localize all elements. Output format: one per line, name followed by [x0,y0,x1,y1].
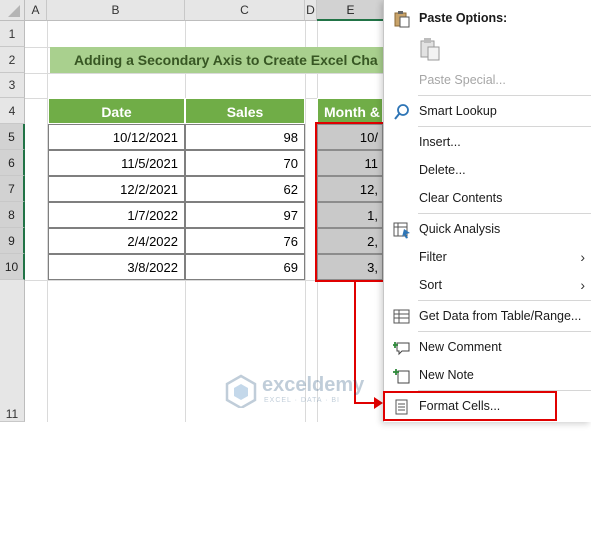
quick-analysis-label: Quick Analysis [419,222,501,236]
header-month-partial: Month & [317,98,383,124]
cell-date[interactable]: 12/2/2021 [48,176,185,202]
clear-contents-label: Clear Contents [419,191,503,205]
chevron-right-icon: › [580,249,585,265]
cell-date[interactable]: 2/4/2022 [48,228,185,254]
chevron-right-icon: › [580,277,585,293]
menu-separator [418,126,591,127]
row-header-4[interactable]: 4 [0,98,25,124]
menu-separator [418,331,591,332]
header-date: Date [48,98,185,124]
row-header-11[interactable]: 11 [0,280,25,422]
select-all-triangle-icon [8,5,20,17]
new-comment-label: New Comment [419,340,502,354]
paste-special-label: Paste Special... [419,73,506,87]
menu-separator [418,213,591,214]
cell-date[interactable]: 11/5/2021 [48,150,185,176]
exceldemy-watermark: exceldemy EXCEL · DATA · BI [224,374,394,410]
delete-label: Delete... [419,163,466,177]
menu-smart-lookup[interactable]: Smart Lookup [383,98,591,125]
new-note-icon [393,369,410,384]
menu-new-note[interactable]: New Note [383,362,591,389]
select-all-corner[interactable] [0,0,25,21]
row-header-6[interactable]: 6 [0,150,25,176]
menu-get-data[interactable]: Get Data from Table/Range... [383,303,591,330]
cell-sales[interactable]: 70 [185,150,305,176]
menu-sort[interactable]: Sort › [383,272,591,299]
menu-insert[interactable]: Insert... [383,129,591,156]
menu-separator [418,95,591,96]
row-header-2[interactable]: 2 [0,47,25,73]
row-header-9[interactable]: 9 [0,228,25,254]
smart-lookup-label: Smart Lookup [419,104,497,118]
table-range-icon [393,309,410,324]
row-header-10[interactable]: 10 [0,254,25,280]
row-header-7[interactable]: 7 [0,176,25,202]
column-header-d[interactable]: D [305,0,317,21]
sort-label: Sort [419,278,442,292]
cell-date[interactable]: 3/8/2022 [48,254,185,280]
menu-quick-analysis[interactable]: Quick Analysis [383,216,591,243]
row-header-1[interactable]: 1 [0,21,25,47]
format-cells-highlight-box [383,391,557,421]
exceldemy-logo-icon [225,374,257,408]
cell-sales[interactable]: 98 [185,124,305,150]
quick-analysis-icon [393,222,410,239]
filter-label: Filter [419,250,447,264]
column-header-b[interactable]: B [47,0,185,21]
menu-new-comment[interactable]: New Comment [383,334,591,361]
menu-paste-special[interactable]: Paste Special... [383,67,591,94]
gridline [305,21,306,422]
cell-sales[interactable]: 76 [185,228,305,254]
paste-options-label: Paste Options: [419,11,508,25]
menu-filter[interactable]: Filter › [383,244,591,271]
insert-label: Insert... [419,135,461,149]
new-comment-icon [393,342,410,356]
watermark-tagline: EXCEL · DATA · BI [264,397,340,404]
menu-clear-contents[interactable]: Clear Contents [383,185,591,212]
get-data-label: Get Data from Table/Range... [419,309,582,323]
cell-date[interactable]: 1/7/2022 [48,202,185,228]
cell-sales[interactable]: 97 [185,202,305,228]
sheet-title: Adding a Secondary Axis to Create Excel … [50,47,400,73]
column-header-a[interactable]: A [25,0,47,21]
cell-sales[interactable]: 62 [185,176,305,202]
clipboard-icon [394,11,410,28]
row-header-3[interactable]: 3 [0,73,25,98]
row-header-8[interactable]: 8 [0,202,25,228]
cell-date[interactable]: 10/12/2021 [48,124,185,150]
new-note-label: New Note [419,368,474,382]
menu-delete[interactable]: Delete... [383,157,591,184]
column-header-c[interactable]: C [185,0,305,21]
paste-button[interactable] [419,37,441,61]
menu-separator [418,300,591,301]
watermark-name: exceldemy [262,374,365,396]
paste-clipboard-icon [420,38,440,61]
selection-highlight-box [315,122,385,282]
smart-lookup-icon [394,104,409,120]
cell-sales[interactable]: 69 [185,254,305,280]
row-header-5[interactable]: 5 [0,124,25,150]
header-sales: Sales [185,98,305,124]
paste-options-header: Paste Options: [383,5,591,32]
